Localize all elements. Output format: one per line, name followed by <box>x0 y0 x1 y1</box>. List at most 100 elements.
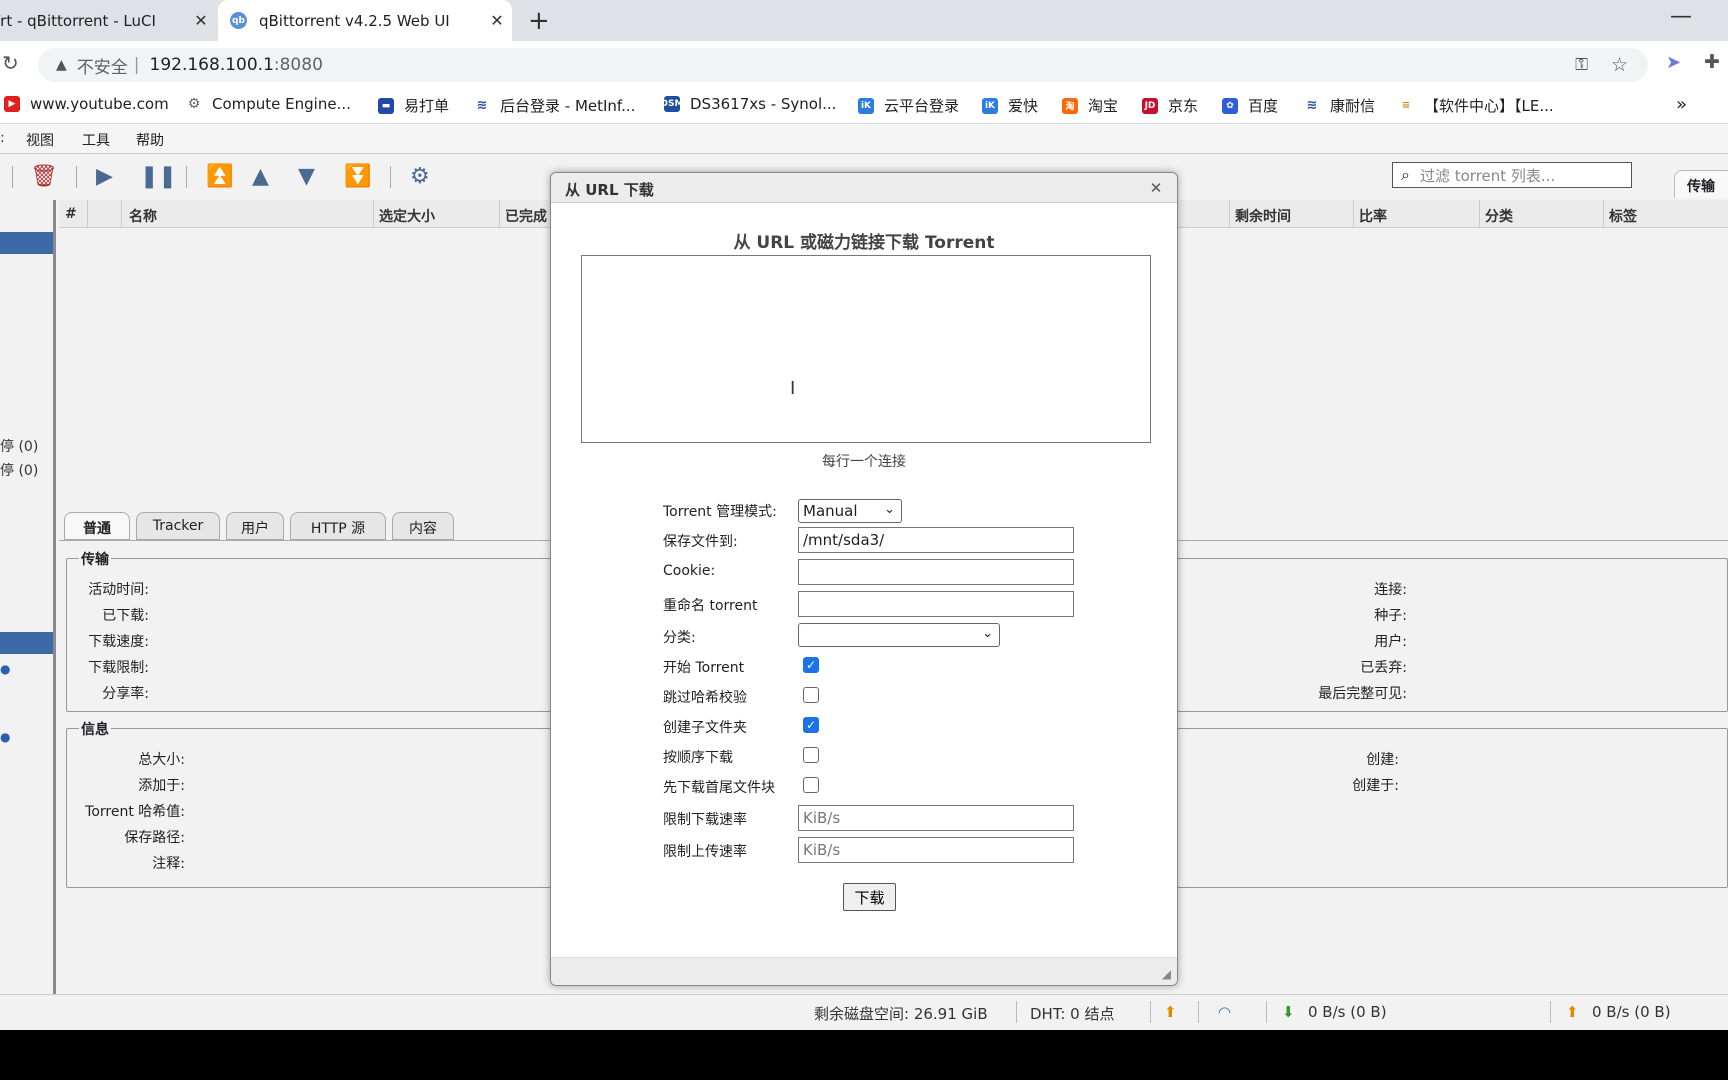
extension-bird-icon[interactable]: ➤ <box>1666 52 1681 73</box>
info-label: 总大小: <box>138 752 185 768</box>
delete-trash-icon[interactable]: 🗑 <box>30 164 58 189</box>
reload-icon[interactable]: ↻ <box>2 51 19 75</box>
warning-triangle-icon[interactable]: ▲ <box>56 57 67 73</box>
youtube-icon: ▶ <box>4 96 20 112</box>
transfer-label: 已丢弃: <box>1360 660 1407 676</box>
column-number[interactable]: # <box>65 206 77 222</box>
bookmark-youtube[interactable]: ▶ www.youtube.com <box>4 95 169 113</box>
column-separator[interactable] <box>1479 200 1480 228</box>
bookmark-metinfo[interactable]: ≋ 后台登录 - MetInf... <box>474 95 635 116</box>
column-selected-size[interactable]: 选定大小 <box>379 206 435 226</box>
column-separator[interactable] <box>1353 200 1354 228</box>
column-separator[interactable] <box>1229 200 1230 228</box>
upload-limit-input[interactable] <box>798 837 1074 863</box>
pause-icon[interactable]: ❚❚ <box>140 164 177 189</box>
bookmark-yidadan[interactable]: ▬ 易打单 <box>378 95 449 116</box>
chevron-down-icon: ⌄ <box>982 626 993 641</box>
info-legend: 信息 <box>79 719 111 739</box>
browser-tab-qbittorrent[interactable]: qb qBittorrent v4.2.5 Web UI ✕ <box>218 0 512 41</box>
bookmark-synology[interactable]: DSM DS3617xs - Synol... <box>661 95 837 113</box>
bookmark-star-icon[interactable]: ☆ <box>1611 54 1628 76</box>
tab-peers[interactable]: 用户 <box>226 512 284 540</box>
url-textarea[interactable] <box>581 255 1151 443</box>
speed-limit-gauge-icon[interactable]: ◠ <box>1218 1003 1231 1021</box>
tab-http-sources[interactable]: HTTP 源 <box>290 512 386 540</box>
column-category[interactable]: 分类 <box>1485 206 1513 226</box>
more-bookmarks-chevron-icon[interactable]: » <box>1676 94 1687 115</box>
tab-tracker[interactable]: Tracker <box>136 512 220 540</box>
tab-general[interactable]: 普通 <box>64 512 130 540</box>
cookie-input[interactable] <box>798 559 1074 585</box>
bookmark-kangnaixin[interactable]: ≋ 康耐信 <box>1304 95 1375 116</box>
close-icon[interactable]: ✕ <box>1147 179 1165 197</box>
create-subfolder-label: 创建子文件夹 <box>663 720 747 736</box>
mode-label: Torrent 管理模式: <box>663 504 777 520</box>
url-hint: 每行一个连接 <box>822 454 906 470</box>
key-icon[interactable]: ⚿ <box>1575 55 1588 75</box>
sidebar-selected-item[interactable] <box>0 632 53 654</box>
settings-gear-icon[interactable]: ⚙ <box>410 164 430 189</box>
bookmark-jd[interactable]: JD 京东 <box>1142 95 1198 116</box>
address-bar[interactable]: ▲ 不安全 | 192.168.100.1 :8080 ⚿ ☆ <box>38 48 1648 82</box>
menu-partial[interactable]: : <box>0 130 5 146</box>
status-separator <box>1150 1001 1151 1023</box>
column-eta[interactable]: 剩余时间 <box>1235 206 1291 226</box>
separator: | <box>133 55 140 75</box>
move-down-icon[interactable]: ▼ <box>298 164 315 189</box>
window-minimize-icon[interactable]: — <box>1670 4 1692 29</box>
column-separator[interactable] <box>1603 200 1604 228</box>
start-torrent-checkbox[interactable]: ✓ <box>803 657 819 673</box>
bookmark-baidu[interactable]: ✿ 百度 <box>1222 95 1278 116</box>
bookmark-cloud-login[interactable]: iK 云平台登录 <box>858 95 959 116</box>
category-select[interactable]: ⌄ <box>798 623 1000 647</box>
save-path-input[interactable] <box>798 527 1074 553</box>
download-limit-label: 限制下载速率 <box>663 812 747 828</box>
move-up-icon[interactable]: ▲ <box>252 164 269 189</box>
resume-play-icon[interactable]: ▶ <box>96 164 113 189</box>
close-tab-icon[interactable]: ✕ <box>186 11 216 30</box>
column-separator[interactable] <box>121 200 122 228</box>
connection-status-icon[interactable]: ⬆ <box>1164 1003 1177 1021</box>
bookmark-software-center[interactable]: ≡ 【软件中心】【LE... <box>1398 95 1554 116</box>
bookmark-compute-engine[interactable]: ⚙ Compute Engine... <box>186 95 351 113</box>
rename-input[interactable] <box>798 591 1074 617</box>
first-last-checkbox[interactable] <box>803 777 819 793</box>
extensions-puzzle-icon[interactable]: ✚ <box>1704 51 1720 73</box>
sidebar-selected-item[interactable] <box>0 232 53 254</box>
column-tags[interactable]: 标签 <box>1609 206 1637 226</box>
status-separator <box>1198 1001 1199 1023</box>
menu-view[interactable]: 视图 <box>26 130 54 150</box>
download-button[interactable]: 下载 <box>843 883 896 911</box>
menu-bar: : 视图 工具 帮助 <box>0 124 1728 154</box>
cookie-label: Cookie: <box>663 563 716 579</box>
column-separator[interactable] <box>373 200 374 228</box>
column-separator[interactable] <box>87 200 88 228</box>
resize-grip-icon[interactable]: ◢ <box>1162 967 1171 981</box>
download-limit-input[interactable] <box>798 805 1074 831</box>
skip-hash-checkbox[interactable] <box>803 687 819 703</box>
create-subfolder-checkbox[interactable]: ✓ <box>803 717 819 733</box>
close-tab-icon[interactable]: ✕ <box>482 11 512 30</box>
management-mode-select[interactable]: Manual ⌄ <box>798 499 902 523</box>
sequential-checkbox[interactable] <box>803 747 819 763</box>
new-tab-plus-icon[interactable]: + <box>528 6 550 36</box>
move-top-icon[interactable]: ⏫ <box>206 164 233 189</box>
column-separator[interactable] <box>499 200 500 228</box>
column-name[interactable]: 名称 <box>129 206 157 226</box>
column-done[interactable]: 已完成 <box>505 206 547 226</box>
tab-content[interactable]: 内容 <box>392 512 454 540</box>
bookmark-ikuai[interactable]: iK 爱快 <box>982 95 1038 116</box>
search-icon: ⌕ <box>1401 165 1410 184</box>
sidebar-item-stopped[interactable]: 停 (0) <box>0 460 38 480</box>
sidebar-item-stopped[interactable]: 停 (0) <box>0 436 38 456</box>
taobao-icon: 淘 <box>1062 97 1078 114</box>
filter-torrent-input[interactable]: ⌕ 过滤 torrent 列表... <box>1392 162 1632 188</box>
menu-tools[interactable]: 工具 <box>82 130 110 150</box>
tab-transfers[interactable]: 传输 <box>1674 170 1728 198</box>
bookmark-taobao[interactable]: 淘淘宝 <box>1062 95 1118 116</box>
move-bottom-icon[interactable]: ⏬ <box>344 164 371 189</box>
menu-help[interactable]: 帮助 <box>136 130 164 150</box>
dialog-titlebar[interactable]: 从 URL 下载 ✕ <box>551 173 1177 203</box>
browser-tab-luci[interactable]: Wrt - qBittorrent - LuCI ✕ <box>0 0 216 41</box>
column-ratio[interactable]: 比率 <box>1359 206 1387 226</box>
